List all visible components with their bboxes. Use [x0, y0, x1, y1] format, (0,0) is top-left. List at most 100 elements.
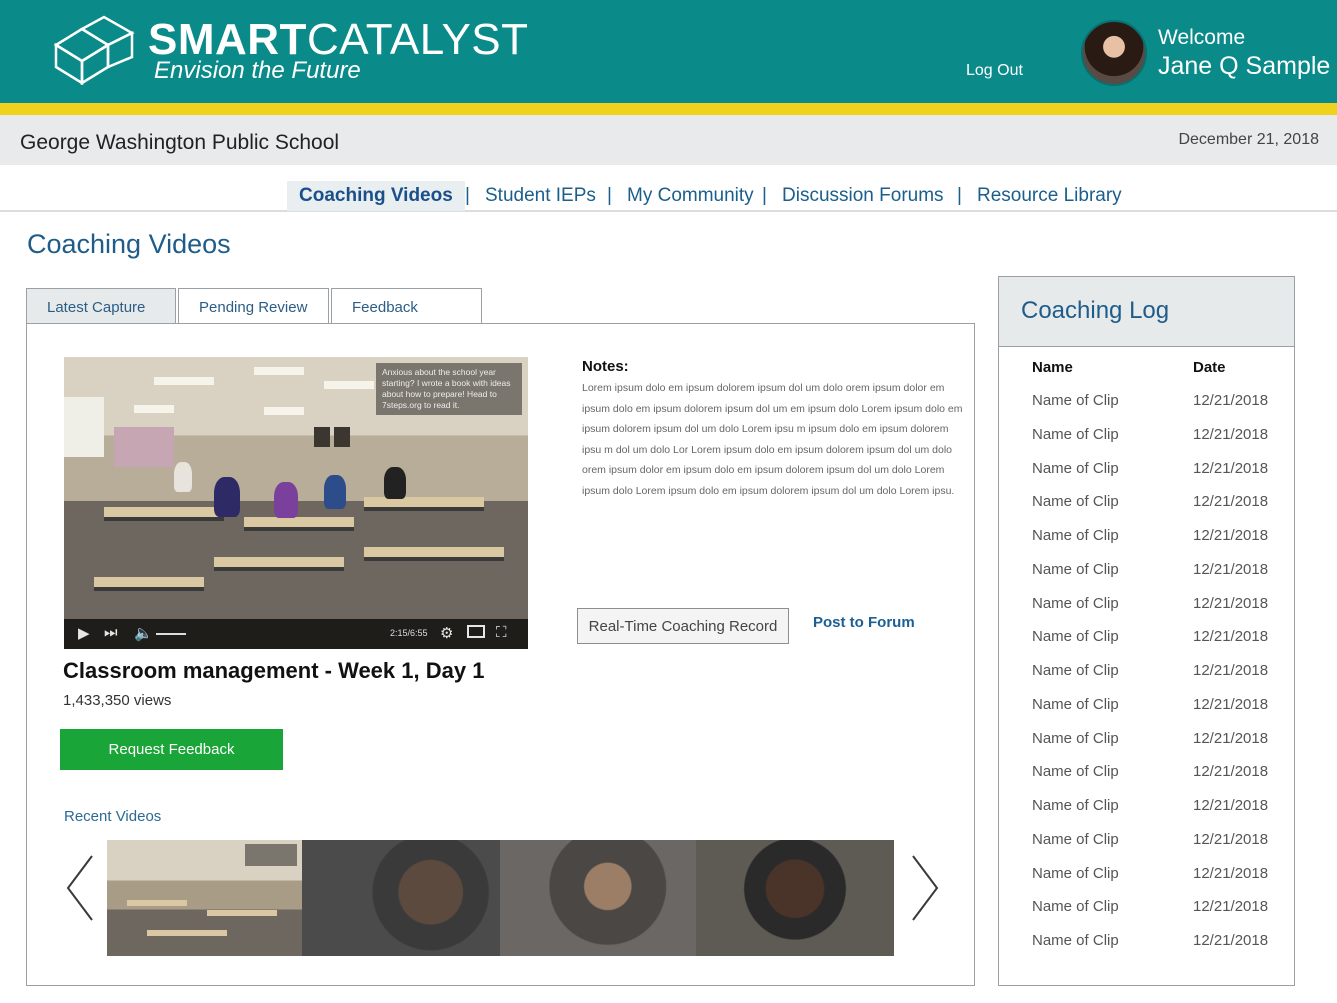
log-clip-date: 12/21/2018: [1193, 695, 1269, 713]
log-clip-date: 12/21/2018: [1193, 425, 1269, 443]
log-clip-name: Name of Clip: [1032, 898, 1119, 916]
log-clip-name: Name of Clip: [1032, 763, 1119, 781]
view-count: 1,433,350 views: [63, 692, 172, 709]
user-name: Jane Q Sample: [1158, 52, 1331, 80]
nav-student-ieps[interactable]: Student IEPs: [485, 181, 596, 211]
carousel-next-arrow-icon[interactable]: [903, 850, 943, 926]
log-clip-date: 12/21/2018: [1193, 662, 1269, 679]
recent-video-thumbnail[interactable]: [696, 840, 894, 956]
page-title: Coaching Videos: [27, 229, 231, 259]
video-timecode: 2:15/6:55: [390, 628, 428, 638]
volume-slider[interactable]: [156, 633, 186, 635]
settings-gear-icon[interactable]: ⚙: [440, 624, 453, 642]
log-row[interactable]: Name of Clip 12/21/2018: [999, 662, 1294, 696]
log-row[interactable]: Name of Clip 12/21/2018: [999, 460, 1294, 494]
log-clip-date: 12/21/2018: [1193, 459, 1269, 477]
tab-latest-capture[interactable]: Latest Capture: [26, 288, 176, 324]
nav-coaching-videos[interactable]: Coaching Videos: [287, 181, 465, 211]
log-clip-name: Name of Clip: [1032, 594, 1119, 612]
recent-videos-label: Recent Videos: [64, 808, 162, 825]
log-row[interactable]: Name of Clip 12/21/2018: [999, 628, 1294, 662]
log-column-name: Name: [1032, 359, 1073, 376]
carousel-prev-arrow-icon[interactable]: [62, 850, 102, 926]
video-title: Classroom management - Week 1, Day 1: [63, 658, 485, 683]
log-clip-name: Name of Clip: [1032, 830, 1119, 848]
skip-next-icon[interactable]: ⏭: [104, 624, 118, 641]
log-clip-date: 12/21/2018: [1193, 493, 1269, 511]
app-header: SMARTCATALYST Envision the Future Log Ou…: [0, 0, 1337, 103]
log-clip-name: Name of Clip: [1032, 425, 1119, 443]
school-bar: George Washington Public School December…: [0, 115, 1337, 165]
log-clip-name: Name of Clip: [1032, 932, 1119, 949]
nav-separator: |: [762, 185, 767, 206]
accent-divider: [0, 103, 1337, 115]
log-clip-name: Name of Clip: [1032, 493, 1119, 511]
log-row[interactable]: Name of Clip 12/21/2018: [999, 932, 1294, 966]
log-clip-name: Name of Clip: [1032, 662, 1119, 679]
nav-my-community[interactable]: My Community: [627, 181, 754, 211]
log-row[interactable]: Name of Clip 12/21/2018: [999, 493, 1294, 527]
video-overlay-text: Anxious about the school year starting? …: [376, 363, 522, 415]
log-clip-date: 12/21/2018: [1193, 560, 1269, 578]
cube-logo-icon: [53, 15, 135, 85]
nav-resource-library[interactable]: Resource Library: [977, 181, 1122, 211]
welcome-text: Welcome: [1158, 26, 1246, 49]
theater-mode-icon[interactable]: [467, 625, 485, 638]
log-clip-name: Name of Clip: [1032, 729, 1119, 747]
log-clip-date: 12/21/2018: [1193, 392, 1269, 409]
log-clip-date: 12/21/2018: [1193, 729, 1269, 747]
log-clip-name: Name of Clip: [1032, 459, 1119, 477]
play-icon[interactable]: ▶: [78, 624, 90, 642]
real-time-coaching-record-button[interactable]: Real-Time Coaching Record: [577, 608, 789, 644]
video-player[interactable]: Anxious about the school year starting? …: [64, 357, 528, 649]
request-feedback-button[interactable]: Request Feedback: [60, 729, 283, 770]
avatar[interactable]: [1081, 20, 1147, 86]
post-to-forum-link[interactable]: Post to Forum: [813, 614, 915, 631]
log-row[interactable]: Name of Clip 12/21/2018: [999, 595, 1294, 629]
log-clip-name: Name of Clip: [1032, 527, 1119, 544]
log-row[interactable]: Name of Clip 12/21/2018: [999, 763, 1294, 797]
log-row[interactable]: Name of Clip 12/21/2018: [999, 865, 1294, 899]
log-row[interactable]: Name of Clip 12/21/2018: [999, 797, 1294, 831]
log-clip-date: 12/21/2018: [1193, 527, 1269, 544]
log-column-date: Date: [1193, 359, 1226, 376]
school-name: George Washington Public School: [20, 131, 340, 154]
volume-icon[interactable]: 🔈: [134, 624, 153, 642]
log-clip-date: 12/21/2018: [1193, 932, 1269, 949]
log-clip-name: Name of Clip: [1032, 560, 1119, 578]
log-clip-date: 12/21/2018: [1193, 763, 1269, 781]
log-clip-name: Name of Clip: [1032, 628, 1119, 646]
log-row[interactable]: Name of Clip 12/21/2018: [999, 898, 1294, 932]
log-row[interactable]: Name of Clip 12/21/2018: [999, 527, 1294, 561]
log-clip-name: Name of Clip: [1032, 392, 1119, 409]
coaching-log-panel: Coaching Log Name Date Name of Clip 12/21…: [998, 276, 1295, 986]
logout-link[interactable]: Log Out: [966, 62, 1023, 80]
log-clip-date: 12/21/2018: [1193, 797, 1269, 814]
fullscreen-icon[interactable]: ⛶: [496, 624, 507, 641]
coaching-log-header: Coaching Log: [999, 277, 1294, 347]
tab-feedback[interactable]: Feedback: [331, 288, 482, 324]
log-row[interactable]: Name of Clip 12/21/2018: [999, 561, 1294, 595]
log-clip-date: 12/21/2018: [1193, 830, 1269, 848]
log-clip-date: 12/21/2018: [1193, 864, 1269, 882]
nav-separator: |: [957, 185, 962, 206]
main-nav: Coaching Videos | Student IEPs | My Comm…: [0, 175, 1337, 212]
recent-videos-carousel: [107, 840, 894, 956]
recent-video-thumbnail[interactable]: [107, 840, 302, 956]
notes-label: Notes:: [582, 358, 629, 375]
log-row[interactable]: Name of Clip 12/21/2018: [999, 426, 1294, 460]
recent-video-thumbnail[interactable]: [302, 840, 500, 956]
video-controls: ▶ ⏭ 🔈 2:15/6:55 ⚙ ⛶: [64, 619, 528, 649]
log-clip-date: 12/21/2018: [1193, 628, 1269, 646]
tab-pending-review[interactable]: Pending Review: [178, 288, 329, 324]
nav-discussion-forums[interactable]: Discussion Forums: [782, 181, 944, 211]
current-date: December 21, 2018: [1178, 131, 1319, 148]
log-row[interactable]: Name of Clip 12/21/2018: [999, 392, 1294, 426]
log-clip-name: Name of Clip: [1032, 864, 1119, 882]
recent-video-thumbnail[interactable]: [500, 840, 696, 956]
log-row[interactable]: Name of Clip 12/21/2018: [999, 696, 1294, 730]
log-row[interactable]: Name of Clip 12/21/2018: [999, 831, 1294, 865]
log-row[interactable]: Name of Clip 12/21/2018: [999, 730, 1294, 764]
log-clip-date: 12/21/2018: [1193, 594, 1269, 612]
notes-body: Lorem ipsum dolo em ipsum dolorem ipsum …: [582, 382, 963, 497]
